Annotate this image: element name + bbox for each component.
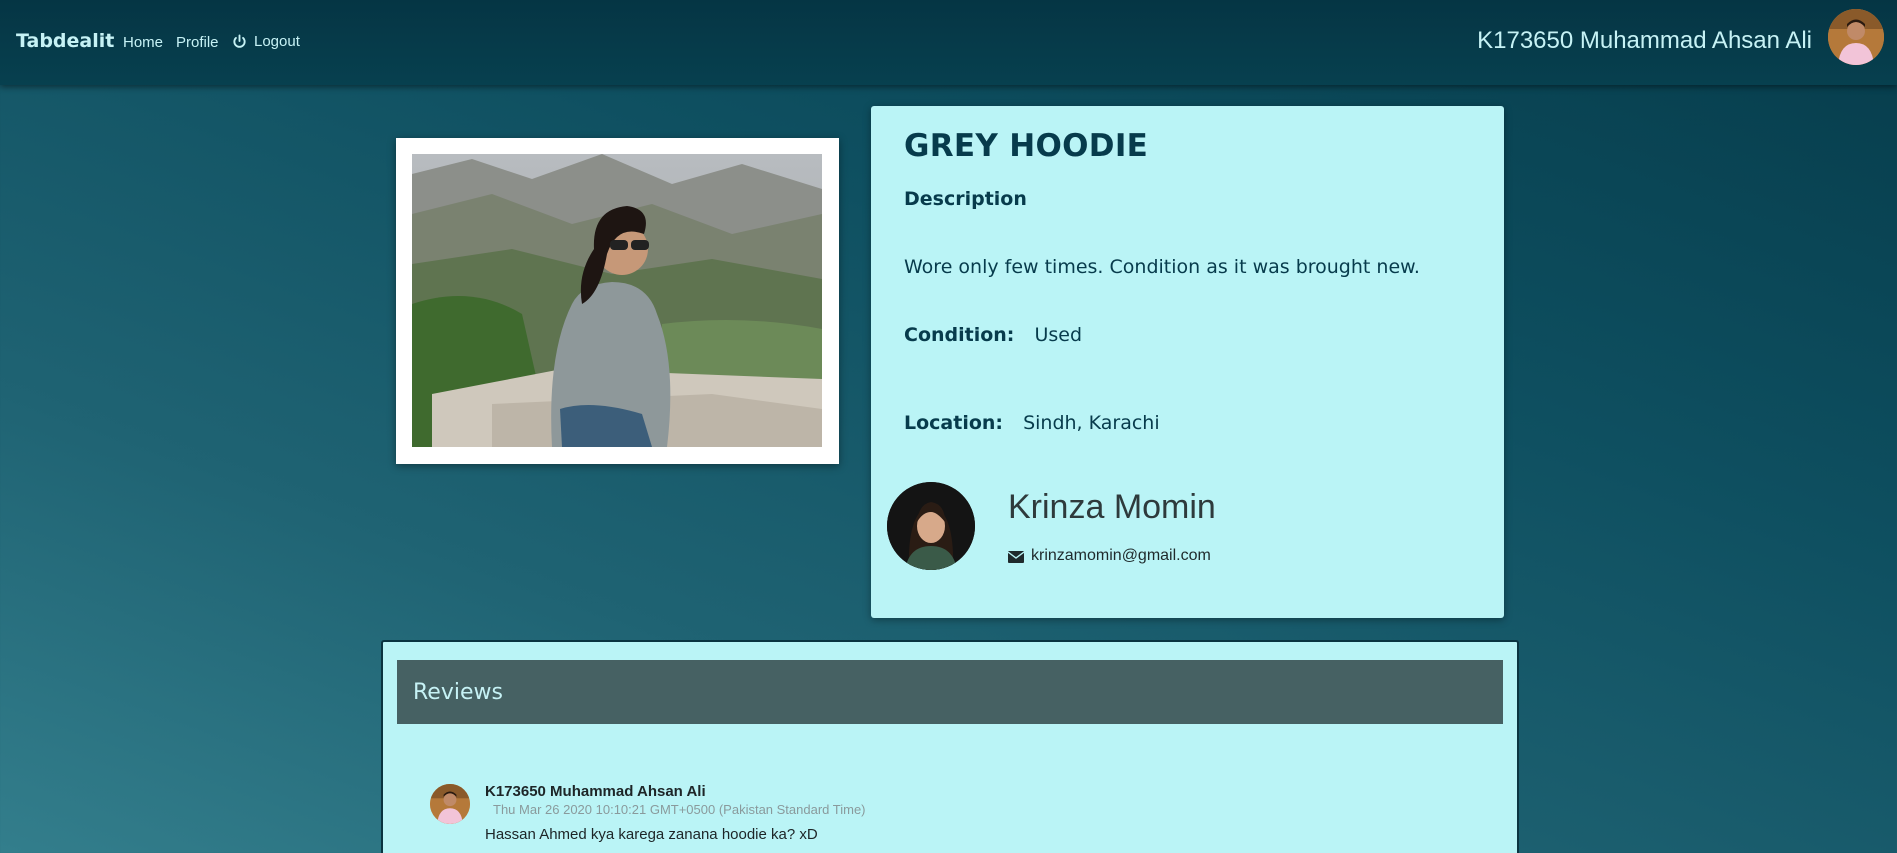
review-text: Hassan Ahmed kya karega zanana hoodie ka… [485, 826, 818, 843]
product-title: GREY HOODIE [904, 128, 1149, 164]
review-date: Thu Mar 26 2020 10:10:21 GMT+0500 (Pakis… [493, 802, 866, 817]
reviews-card: Reviews K173650 Muhammad Ahsan Ali Thu M… [381, 640, 1519, 853]
description-text: Wore only few times. Condition as it was… [904, 256, 1420, 278]
brand-logo[interactable]: Tabdealit [16, 30, 114, 52]
product-photo[interactable] [412, 154, 822, 447]
envelope-icon [1007, 550, 1025, 563]
nav-logout-link[interactable]: Logout [232, 33, 300, 50]
nav-profile-link[interactable]: Profile [176, 34, 219, 51]
review-avatar[interactable] [430, 784, 470, 824]
location-value: Sindh, Karachi [1023, 412, 1160, 434]
review-author[interactable]: K173650 Muhammad Ahsan Ali [485, 783, 706, 800]
power-icon [232, 34, 247, 49]
condition-label: Condition: [904, 324, 1015, 346]
location-label: Location: [904, 412, 1004, 434]
seller-avatar[interactable] [887, 482, 975, 570]
top-navbar: Tabdealit Home Profile Logout K173650 Mu… [0, 0, 1897, 85]
description-label: Description [904, 188, 1027, 210]
condition-value: Used [1034, 324, 1083, 346]
product-image-frame [396, 138, 839, 464]
seller-email[interactable]: krinzamomin@gmail.com [1007, 547, 1211, 565]
reviews-header: Reviews [397, 660, 1503, 724]
user-avatar[interactable] [1828, 9, 1884, 65]
nav-home-link[interactable]: Home [123, 34, 163, 51]
product-details-card: GREY HOODIE Description Wore only few ti… [871, 106, 1504, 618]
condition-row: Condition: Used [904, 324, 1082, 346]
nav-logout-label: Logout [254, 33, 300, 50]
seller-email-text: krinzamomin@gmail.com [1031, 547, 1211, 564]
seller-name[interactable]: Krinza Momin [1008, 488, 1216, 527]
current-user-name[interactable]: K173650 Muhammad Ahsan Ali [1477, 27, 1812, 55]
location-row: Location: Sindh, Karachi [904, 412, 1160, 434]
